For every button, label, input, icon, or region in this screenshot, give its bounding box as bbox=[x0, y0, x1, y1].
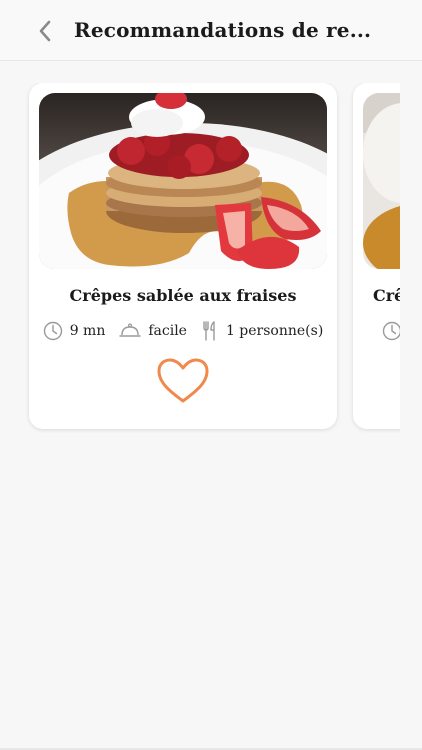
difficulty-value: facile bbox=[148, 323, 187, 339]
chevron-left-icon bbox=[39, 20, 51, 42]
recipe-card[interactable]: Crê bbox=[353, 83, 400, 429]
recipe-title: Crêpes sablée aux fraises bbox=[69, 286, 297, 305]
back-button[interactable] bbox=[30, 16, 60, 46]
app-header: Recommandations de re... bbox=[0, 0, 422, 61]
recipe-card[interactable]: Crêpes sablée aux fraises 9 mn facile 1 … bbox=[29, 83, 337, 429]
time-info: 9 mn bbox=[43, 321, 106, 341]
servings-value: 1 personne(s) bbox=[225, 323, 324, 339]
clock-icon bbox=[43, 321, 62, 341]
recipe-photo bbox=[39, 93, 327, 269]
cloche-icon bbox=[119, 323, 142, 337]
recipe-carousel[interactable]: Crêpes sablée aux fraises 9 mn facile 1 … bbox=[0, 83, 400, 433]
time-value: 9 mn bbox=[69, 323, 106, 339]
page-title: Recommandations de re... bbox=[74, 18, 372, 42]
cutlery-icon bbox=[203, 321, 215, 341]
recipe-title: Crê bbox=[373, 286, 400, 305]
recipe-meta bbox=[375, 321, 400, 341]
difficulty-info: facile bbox=[119, 322, 187, 340]
time-info bbox=[382, 321, 400, 341]
heart-icon bbox=[157, 358, 209, 403]
clock-icon bbox=[382, 321, 400, 341]
recipe-meta: 9 mn facile 1 personne(s) bbox=[29, 321, 337, 341]
servings-info: 1 personne(s) bbox=[201, 321, 323, 341]
recipe-photo bbox=[363, 93, 400, 269]
favorite-button[interactable] bbox=[155, 355, 211, 407]
